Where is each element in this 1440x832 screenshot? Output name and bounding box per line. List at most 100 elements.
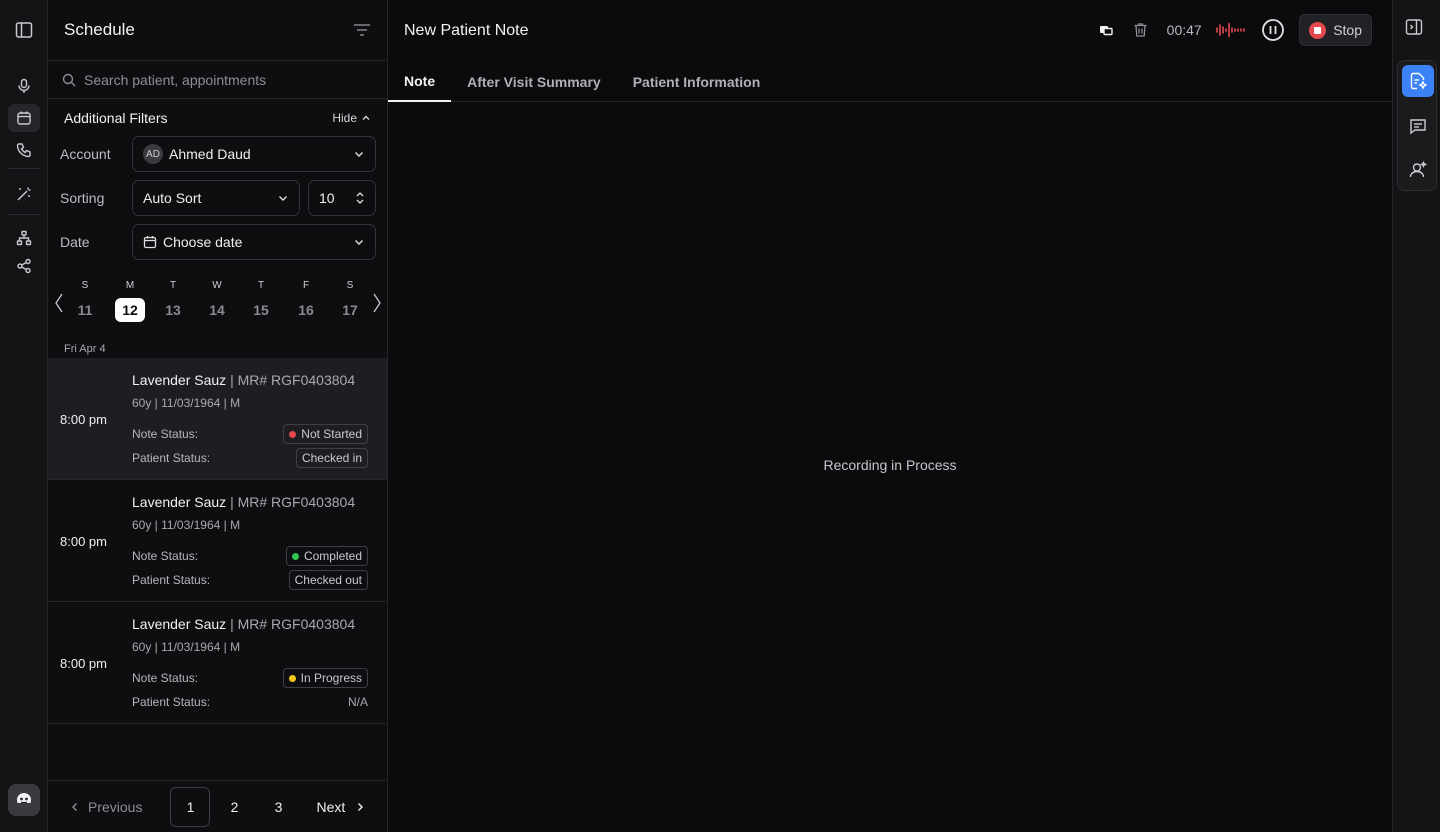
copy-icon[interactable] bbox=[1089, 14, 1123, 46]
calendar-icon[interactable] bbox=[8, 104, 40, 132]
note-edit-icon[interactable] bbox=[1402, 65, 1434, 97]
bot-avatar-icon[interactable] bbox=[8, 784, 40, 816]
account-label: Account bbox=[60, 146, 111, 162]
page-button[interactable]: 3 bbox=[258, 787, 298, 827]
panel-right-icon[interactable] bbox=[1405, 18, 1423, 36]
chevron-right-icon bbox=[358, 802, 364, 811]
account-select[interactable]: AD Ahmed Daud bbox=[132, 136, 376, 172]
next-page-button[interactable]: Next bbox=[316, 799, 365, 815]
day-number: 12 bbox=[115, 298, 145, 322]
note-status-text: In Progress bbox=[300, 671, 362, 685]
page-button[interactable]: 2 bbox=[214, 787, 254, 827]
assistant-icon[interactable] bbox=[1402, 154, 1434, 186]
recording-toolbar: 00:47 Stop bbox=[1089, 14, 1372, 46]
right-rail bbox=[1392, 0, 1440, 832]
patient-status-badge: Checked out bbox=[288, 570, 368, 590]
patient-status-label: Patient Status: bbox=[132, 451, 211, 465]
previous-page-button[interactable]: Previous bbox=[70, 799, 142, 815]
search-icon bbox=[62, 73, 76, 87]
patient-status-row: Patient Status: Checked in bbox=[132, 448, 368, 468]
phone-icon[interactable] bbox=[8, 136, 40, 164]
appointment-time: 8:00 pm bbox=[60, 533, 107, 549]
day-name: S bbox=[346, 280, 354, 291]
patient-status-label: Patient Status: bbox=[132, 695, 211, 709]
page-button-current[interactable]: 1 bbox=[170, 786, 211, 827]
appointment-card[interactable]: 8:00 pm Lavender Sauz | MR# RGF0403804 6… bbox=[48, 480, 387, 602]
schedule-panel: Schedule Search patient, appointments Ad… bbox=[48, 0, 388, 832]
week-day[interactable]: S 17 bbox=[335, 278, 365, 322]
day-number: 15 bbox=[253, 302, 269, 318]
appointment-card[interactable]: 8:00 pm Lavender Sauz | MR# RGF0403804 6… bbox=[48, 602, 387, 724]
trash-icon[interactable] bbox=[1123, 14, 1157, 46]
filters-title: Additional Filters bbox=[64, 110, 168, 126]
next-week-icon[interactable] bbox=[372, 292, 382, 314]
patient-status-badge: Checked in bbox=[295, 448, 368, 468]
note-tabs: Note After Visit Summary Patient Informa… bbox=[388, 61, 1392, 102]
chevron-up-down-icon bbox=[356, 192, 364, 204]
account-avatar: AD bbox=[143, 144, 163, 164]
search-input[interactable]: Search patient, appointments bbox=[84, 72, 266, 88]
schedule-title: Schedule bbox=[64, 20, 135, 39]
sorting-select[interactable]: Auto Sort bbox=[132, 180, 300, 216]
note-status-label: Note Status: bbox=[132, 671, 199, 685]
prev-week-icon[interactable] bbox=[54, 292, 64, 314]
account-value: Ahmed Daud bbox=[169, 146, 251, 162]
week-day[interactable]: S 11 bbox=[70, 278, 100, 322]
day-number: 17 bbox=[342, 302, 358, 318]
day-name: S bbox=[81, 280, 89, 291]
appointment-card[interactable]: 8:00 pm Lavender Sauz | MR# RGF0403804 6… bbox=[48, 358, 387, 480]
sitemap-icon[interactable] bbox=[8, 224, 40, 252]
week-day-selected[interactable]: M 12 bbox=[115, 278, 145, 322]
count-stepper[interactable]: 10 bbox=[308, 180, 376, 216]
day-number: 14 bbox=[209, 302, 225, 318]
patient-demographics: 60y | 11/03/1964 | M bbox=[132, 396, 241, 410]
recording-status-message: Recording in Process bbox=[823, 457, 957, 473]
date-group-label: Fri Apr 4 bbox=[64, 343, 106, 355]
rail-divider bbox=[8, 214, 40, 215]
filters-header: Additional Filters Hide bbox=[48, 99, 387, 137]
week-day[interactable]: W 14 bbox=[202, 278, 232, 322]
patient-status-value: N/A bbox=[347, 695, 368, 709]
medical-record-number: | MR# RGF0403804 bbox=[226, 372, 356, 388]
sidebar-toggle-icon[interactable] bbox=[8, 16, 40, 44]
chevron-left-icon bbox=[72, 802, 77, 811]
tab-patient-information[interactable]: Patient Information bbox=[617, 61, 777, 102]
tab-note[interactable]: Note bbox=[388, 61, 452, 102]
week-day[interactable]: T 15 bbox=[246, 278, 276, 322]
patient-name-text: Lavender Sauz bbox=[132, 372, 227, 388]
week-day[interactable]: T 13 bbox=[158, 278, 188, 322]
day-number: 11 bbox=[77, 302, 93, 318]
day-name: F bbox=[302, 280, 310, 291]
patient-demographics: 60y | 11/03/1964 | M bbox=[132, 518, 241, 532]
date-picker[interactable]: Choose date bbox=[132, 224, 376, 260]
search-bar[interactable]: Search patient, appointments bbox=[48, 61, 387, 99]
recording-timer: 00:47 bbox=[1166, 22, 1202, 38]
tab-after-visit-summary[interactable]: After Visit Summary bbox=[451, 61, 617, 102]
left-rail bbox=[0, 0, 48, 832]
patient-name-text: Lavender Sauz bbox=[132, 494, 227, 510]
main-content: New Patient Note 00:47 Stop Note After V… bbox=[388, 0, 1392, 832]
note-status-badge: Completed bbox=[285, 546, 368, 566]
stop-icon bbox=[1309, 21, 1327, 39]
page-title: New Patient Note bbox=[404, 21, 529, 39]
note-status-row: Note Status: In Progress bbox=[132, 668, 368, 688]
chat-icon[interactable] bbox=[1402, 110, 1434, 142]
chevron-up-icon bbox=[362, 115, 370, 120]
patient-status-row: Patient Status: N/A bbox=[132, 692, 368, 712]
week-day[interactable]: F 16 bbox=[291, 278, 321, 322]
pause-icon[interactable] bbox=[1251, 14, 1295, 46]
stop-label: Stop bbox=[1333, 22, 1362, 38]
patient-status-label: Patient Status: bbox=[132, 573, 211, 587]
hide-filters-button[interactable]: Hide bbox=[332, 111, 371, 125]
chevron-down-icon bbox=[355, 240, 363, 245]
day-name: T bbox=[169, 280, 177, 291]
day-number: 13 bbox=[165, 302, 181, 318]
stop-button[interactable]: Stop bbox=[1299, 14, 1372, 46]
microphone-icon[interactable] bbox=[8, 72, 40, 100]
previous-label: Previous bbox=[88, 798, 143, 815]
chevron-down-icon bbox=[355, 152, 363, 157]
patient-name-text: Lavender Sauz bbox=[132, 616, 227, 632]
magic-wand-icon[interactable] bbox=[8, 180, 40, 208]
filter-icon[interactable] bbox=[353, 22, 371, 38]
share-icon[interactable] bbox=[8, 252, 40, 280]
